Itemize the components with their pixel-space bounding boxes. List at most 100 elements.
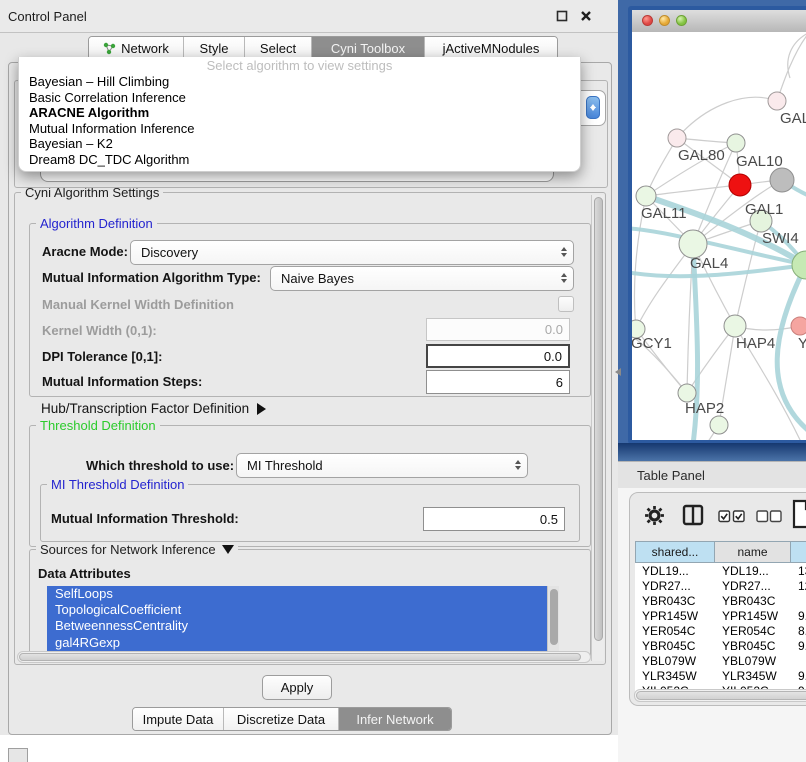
algorithm-option[interactable]: Mutual Information Inference bbox=[19, 121, 580, 137]
node-label: GAL1 bbox=[745, 201, 783, 218]
tab-select[interactable]: Select bbox=[244, 37, 311, 59]
apply-button[interactable]: Apply bbox=[262, 675, 332, 700]
table-cell: YBL079W bbox=[635, 653, 715, 668]
network-node[interactable] bbox=[791, 317, 806, 335]
table-row[interactable]: YDR27...YDR27...12 bbox=[635, 578, 806, 593]
settings-hscroll-thumb[interactable] bbox=[19, 653, 581, 661]
minimized-window-icon[interactable] bbox=[8, 748, 28, 762]
tab-impute-data[interactable]: Impute Data bbox=[133, 708, 223, 730]
algorithm-option[interactable]: ARACNE Algorithm bbox=[19, 105, 580, 121]
algorithm-option[interactable]: Basic Correlation Inference bbox=[19, 90, 580, 106]
screenshot-root: GALGAL80GAL10GAL1GAL11SWI4GAL4GCY1HAP4YH… bbox=[0, 0, 806, 762]
table-row[interactable]: YBL079WYBL079W bbox=[635, 653, 806, 668]
network-node[interactable] bbox=[710, 416, 728, 434]
checked-checkboxes-icon[interactable] bbox=[718, 510, 746, 523]
tab-discretize-data[interactable]: Discretize Data bbox=[223, 708, 338, 730]
network-edge[interactable] bbox=[777, 34, 806, 101]
mi-type-value: Naive Bayes bbox=[281, 271, 354, 286]
mi-steps-input[interactable]: 6 bbox=[426, 370, 570, 394]
dpi-tolerance-label: DPI Tolerance [0,1]: bbox=[42, 349, 162, 364]
table-row[interactable]: YDL19...YDL19...13 bbox=[635, 563, 806, 578]
table-cell: YPR145W bbox=[635, 608, 715, 623]
tab-jactivemnodules[interactable]: jActiveMNodules bbox=[424, 37, 557, 59]
table-column-header[interactable]: shared... bbox=[635, 541, 715, 563]
network-node[interactable] bbox=[729, 174, 751, 196]
splitpane-collapse-icon[interactable] bbox=[611, 368, 621, 376]
unchecked-checkboxes-icon[interactable] bbox=[756, 510, 782, 523]
mi-threshold-input[interactable]: 0.5 bbox=[423, 507, 565, 531]
expander-collapsed-icon bbox=[257, 403, 272, 415]
network-edge[interactable] bbox=[687, 326, 735, 393]
algorithm-option[interactable]: Bayesian – K2 bbox=[19, 136, 580, 152]
data-attribute-item[interactable]: TopologicalCoefficient bbox=[47, 602, 559, 618]
network-node[interactable] bbox=[727, 134, 745, 152]
tab-infer-network[interactable]: Infer Network bbox=[338, 708, 451, 730]
table-scrollbar-thumb[interactable] bbox=[636, 691, 806, 700]
table-cell: YBR043C bbox=[635, 593, 715, 608]
network-node[interactable] bbox=[679, 230, 707, 258]
network-node[interactable] bbox=[636, 186, 656, 206]
close-traffic-light-icon[interactable] bbox=[642, 15, 653, 26]
network-node[interactable] bbox=[770, 168, 794, 192]
table-row[interactable]: YPR145WYPR145W9. bbox=[635, 608, 806, 623]
table-cell: YER054C bbox=[715, 623, 791, 638]
data-attributes-listbox[interactable]: SelfLoopsTopologicalCoefficientBetweenne… bbox=[47, 586, 559, 654]
table-horizontal-scrollbar[interactable] bbox=[634, 689, 806, 702]
network-edge[interactable] bbox=[677, 97, 777, 138]
desktop-band bbox=[618, 443, 806, 461]
document-icon[interactable] bbox=[792, 499, 806, 529]
network-window-titlebar[interactable] bbox=[632, 10, 806, 33]
network-node[interactable] bbox=[668, 129, 686, 147]
network-edge[interactable] bbox=[636, 244, 693, 329]
data-attribute-item[interactable]: BetweennessCentrality bbox=[47, 618, 559, 634]
column-layout-icon[interactable] bbox=[682, 504, 704, 526]
tab-style[interactable]: Style bbox=[183, 37, 244, 59]
network-node[interactable] bbox=[768, 92, 786, 110]
mi-type-label: Mutual Information Algorithm Type: bbox=[42, 270, 261, 285]
which-threshold-combobox[interactable]: MI Threshold bbox=[236, 453, 528, 478]
manual-kernel-checkbox[interactable] bbox=[558, 296, 574, 312]
settings-horizontal-scrollbar[interactable] bbox=[17, 651, 591, 663]
aracne-mode-label: Aracne Mode: bbox=[42, 244, 128, 259]
tab-cyni-toolbox[interactable]: Cyni Toolbox bbox=[311, 37, 424, 59]
float-window-icon[interactable] bbox=[556, 10, 568, 22]
data-attribute-item[interactable]: gal4RGexp bbox=[47, 635, 559, 651]
table-row[interactable]: YLR345WYLR345W9. bbox=[635, 668, 806, 683]
table-cell: YDL19... bbox=[715, 563, 791, 578]
settings-gear-icon[interactable] bbox=[644, 505, 665, 526]
combo-spinner-focused[interactable] bbox=[586, 96, 600, 119]
hub-definition-expander[interactable]: Hub/Transcription Factor Definition bbox=[41, 401, 272, 416]
algorithm-option[interactable]: Dream8 DC_TDC Algorithm bbox=[19, 152, 580, 168]
table-cell: 9. bbox=[791, 638, 806, 653]
network-canvas[interactable]: GALGAL80GAL10GAL1GAL11SWI4GAL4GCY1HAP4YH… bbox=[632, 32, 806, 440]
network-node[interactable] bbox=[724, 315, 746, 337]
table-column-header[interactable]: A bbox=[791, 541, 806, 563]
dropdown-placeholder: Select algorithm to view settings bbox=[19, 57, 580, 74]
close-window-icon[interactable] bbox=[580, 10, 592, 22]
zoom-traffic-light-icon[interactable] bbox=[676, 15, 687, 26]
table-column-header[interactable]: name bbox=[715, 541, 791, 563]
table-row[interactable]: YBR043CYBR043C bbox=[635, 593, 806, 608]
table-row[interactable]: YER054CYER054C8. bbox=[635, 623, 806, 638]
kernel-width-input[interactable]: 0.0 bbox=[426, 318, 570, 341]
minimize-traffic-light-icon[interactable] bbox=[659, 15, 670, 26]
algorithm-definition-title: Algorithm Definition bbox=[36, 216, 157, 231]
settings-vscroll-thumb[interactable] bbox=[594, 197, 603, 641]
settings-vertical-scrollbar[interactable] bbox=[591, 195, 604, 661]
sources-group-title[interactable]: Sources for Network Inference bbox=[36, 542, 238, 560]
mi-type-combobox[interactable]: Naive Bayes bbox=[270, 266, 574, 291]
algorithm-option[interactable]: Bayesian – Hill Climbing bbox=[19, 74, 580, 90]
dpi-tolerance-input[interactable]: 0.0 bbox=[426, 344, 570, 368]
tab-network[interactable]: Network bbox=[89, 37, 183, 59]
table-row[interactable]: YBR045CYBR045C9. bbox=[635, 638, 806, 653]
data-attribute-item[interactable]: SelfLoops bbox=[47, 586, 559, 602]
attributes-vertical-scrollbar[interactable] bbox=[547, 586, 559, 654]
attributes-scrollbar-thumb[interactable] bbox=[550, 589, 558, 645]
aracne-mode-combobox[interactable]: Discovery bbox=[130, 240, 574, 265]
algorithm-dropdown-list: Bayesian – Hill ClimbingBasic Correlatio… bbox=[19, 74, 580, 168]
table-cell bbox=[791, 593, 806, 608]
network-window: GALGAL80GAL10GAL1GAL11SWI4GAL4GCY1HAP4YH… bbox=[628, 6, 806, 444]
which-threshold-label: Which threshold to use: bbox=[86, 458, 234, 473]
network-edge[interactable] bbox=[788, 32, 806, 78]
node-label: GCY1 bbox=[632, 335, 672, 352]
